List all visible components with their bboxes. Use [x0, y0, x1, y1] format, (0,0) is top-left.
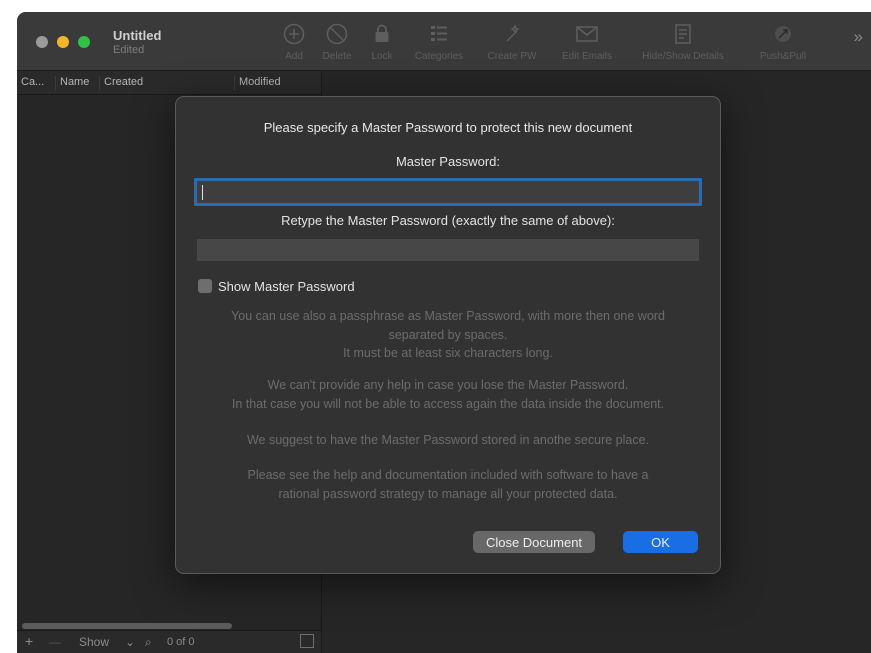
- document-status: Edited: [113, 44, 145, 56]
- show-filter-chevron-icon[interactable]: ⌄: [125, 635, 135, 649]
- text-caret: [202, 185, 203, 200]
- titlebar: Untitled Edited Add Delete Lock Categori…: [17, 12, 871, 71]
- master-password-field[interactable]: [197, 181, 699, 203]
- delete-icon: [317, 23, 357, 47]
- info-line: Please see the help and documentation in…: [247, 468, 649, 482]
- info-line: In that case you will not be able to acc…: [231, 396, 665, 411]
- add-item-button[interactable]: +: [25, 633, 33, 649]
- column-header: Ca... Name Created Modified: [17, 71, 321, 95]
- toolbar-push-pull-button[interactable]: Push&Pull: [752, 23, 814, 62]
- show-password-checkbox[interactable]: [198, 279, 212, 293]
- info-store-safely: We suggest to have the Master Password s…: [176, 431, 720, 450]
- info-line: We can't provide any help in case you lo…: [267, 378, 629, 392]
- toolbar-delete-label: Delete: [322, 51, 352, 62]
- toolbar-delete-button[interactable]: Delete: [317, 23, 357, 62]
- email-icon: [554, 23, 620, 47]
- categories-icon: [408, 23, 470, 47]
- show-password-row[interactable]: Show Master Password: [198, 278, 355, 296]
- master-password-label: Master Password:: [395, 154, 501, 169]
- toolbar-edit-emails-button[interactable]: Edit Emails: [554, 23, 620, 62]
- dialog-heading: Please specify a Master Password to prot…: [263, 120, 633, 135]
- minimize-window-button[interactable]: [57, 36, 69, 48]
- toolbar-categories-button[interactable]: Categories: [408, 23, 470, 62]
- column-created[interactable]: Created: [99, 76, 143, 90]
- zoom-window-button[interactable]: [78, 36, 90, 48]
- toolbar-overflow-button[interactable]: »: [854, 27, 863, 47]
- toolbar-add-button[interactable]: Add: [279, 23, 309, 62]
- push-pull-icon: [752, 23, 814, 47]
- toolbar-add-label: Add: [285, 51, 303, 62]
- details-panel-icon: [630, 23, 736, 47]
- document-title: Untitled: [113, 28, 162, 43]
- column-modified[interactable]: Modified: [234, 76, 281, 90]
- toolbar-details-label: Hide/Show Details: [642, 51, 724, 62]
- toolbar-details-button[interactable]: Hide/Show Details: [630, 23, 736, 62]
- info-line: separated by spaces.: [388, 327, 508, 342]
- sidebar-toggle-icon[interactable]: [300, 634, 314, 648]
- column-name[interactable]: Name: [55, 76, 89, 90]
- info-line: We suggest to have the Master Password s…: [246, 433, 650, 447]
- toolbar-push-pull-label: Push&Pull: [759, 51, 807, 62]
- toolbar-categories-label: Categories: [414, 51, 464, 62]
- list-bottom-bar: + — Show ⌄ ⌕ 0 of 0: [17, 630, 321, 653]
- toolbar-lock-label: Lock: [371, 51, 393, 62]
- toolbar-edit-emails-label: Edit Emails: [561, 51, 612, 62]
- ok-button[interactable]: OK: [623, 531, 698, 553]
- horizontal-scrollbar[interactable]: [22, 623, 232, 629]
- toolbar-create-pw-label: Create PW: [487, 51, 537, 62]
- info-line: It must be at least six characters long.: [343, 346, 553, 360]
- info-line: rational password strategy to manage all…: [278, 486, 618, 501]
- retype-password-field[interactable]: [197, 239, 699, 261]
- master-password-dialog: Please specify a Master Password to prot…: [175, 96, 721, 574]
- remove-item-button[interactable]: —: [49, 635, 61, 649]
- create-pw-icon: [481, 23, 543, 47]
- column-category[interactable]: Ca...: [21, 76, 44, 90]
- info-no-recovery: We can't provide any help in case you lo…: [176, 376, 720, 413]
- show-filter-label[interactable]: Show: [79, 635, 109, 649]
- item-count: 0 of 0: [167, 636, 195, 648]
- show-password-label: Show Master Password: [218, 279, 355, 294]
- close-document-button[interactable]: Close Document: [473, 531, 595, 553]
- toolbar-lock-button[interactable]: Lock: [366, 23, 398, 62]
- lock-icon: [366, 23, 398, 47]
- info-passphrase: You can use also a passphrase as Master …: [176, 307, 720, 363]
- info-line: You can use also a passphrase as Master …: [231, 309, 665, 323]
- add-icon: [279, 23, 309, 47]
- close-window-button[interactable]: [36, 36, 48, 48]
- search-icon[interactable]: ⌕: [145, 635, 152, 650]
- info-help: Please see the help and documentation in…: [176, 466, 720, 503]
- toolbar-create-pw-button[interactable]: Create PW: [481, 23, 543, 62]
- retype-password-label: Retype the Master Password (exactly the …: [281, 213, 615, 228]
